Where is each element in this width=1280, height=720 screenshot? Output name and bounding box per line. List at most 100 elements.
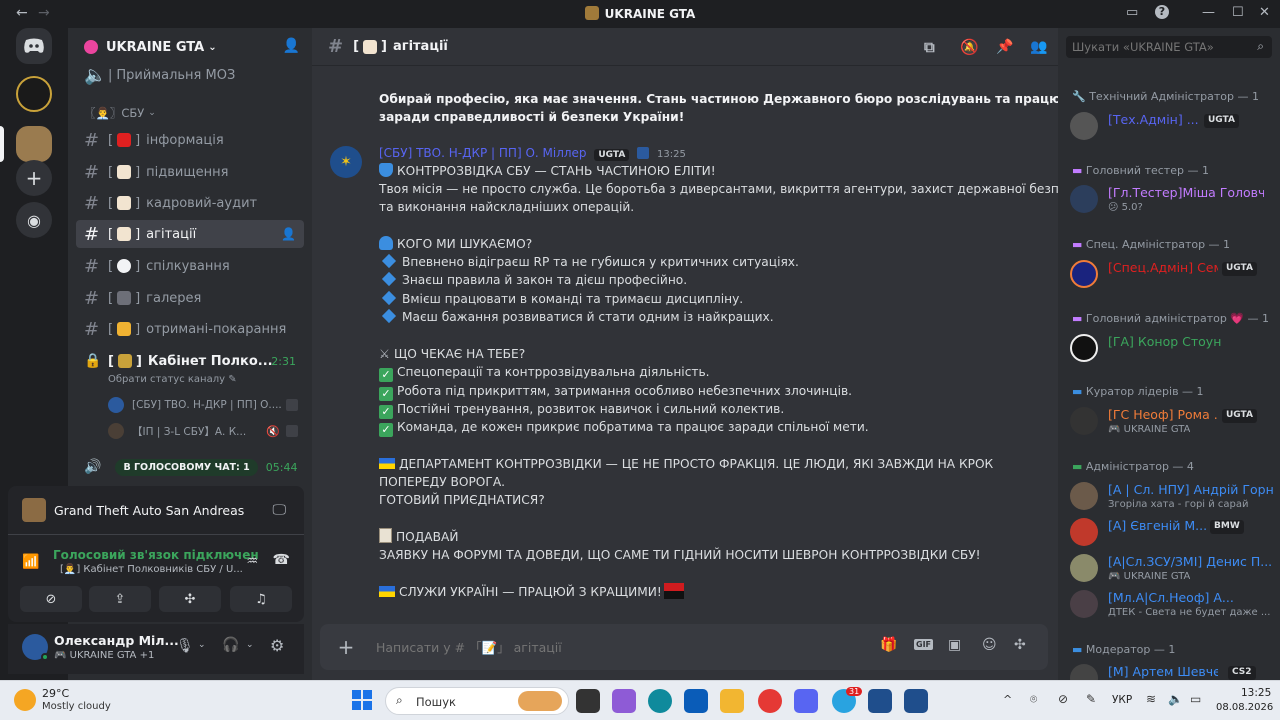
chevron-down-icon[interactable]: ⌄	[246, 640, 254, 650]
emoji-icon[interactable]: ☺	[982, 637, 997, 653]
noise-suppression-icon[interactable]: ♒	[246, 554, 258, 569]
pin-icon[interactable]: 📌	[996, 39, 1013, 55]
user-name[interactable]: Олександр Міл...	[54, 633, 179, 648]
attach-plus-icon[interactable]: +	[334, 635, 358, 659]
speaker-icon: 🔈	[84, 64, 107, 86]
add-server-icon[interactable]: +	[16, 160, 52, 196]
mute-notifications-icon[interactable]: 🔕	[960, 38, 979, 56]
discord-taskbar-icon[interactable]	[794, 689, 818, 713]
intro-line: заради справедливості й безпеки України!	[379, 110, 685, 124]
gift-icon[interactable]: 🎁	[880, 637, 897, 653]
telegram-badge: 31	[846, 687, 863, 696]
invite-icon[interactable]: 👤	[281, 227, 296, 241]
discord-home-icon[interactable]	[16, 28, 52, 64]
weather-icon[interactable]	[14, 689, 36, 711]
avatar	[1070, 590, 1098, 618]
threads-icon[interactable]: ⧉	[924, 38, 935, 56]
author-name[interactable]: [СБУ] ТВО. Н-ДКР | ПП] О. Міллер	[379, 146, 587, 160]
clock-date[interactable]: 08.08.2026	[1216, 702, 1273, 713]
ukraine-gta-server-icon[interactable]	[16, 126, 52, 162]
channel-ahitatsii[interactable]: #[] агітації 👤	[76, 220, 304, 248]
windows-start-icon[interactable]	[352, 690, 372, 710]
chrome-icon[interactable]	[758, 689, 782, 713]
member-row[interactable]: [ГС Неоф] Рома ... UGTA 🎮 UKRAINE GTA	[1070, 405, 1274, 439]
member-row[interactable]: [Тех.Адмін] ... UGTA	[1070, 110, 1274, 144]
taskbar-search[interactable]: ⌕ Пошук	[385, 687, 569, 715]
battery-icon[interactable]: ▭	[1190, 692, 1201, 706]
member-row[interactable]: [ГА] Конор Стоун	[1070, 332, 1274, 366]
channel-pidvyshchennya[interactable]: #[] підвищення	[76, 158, 304, 186]
channel-spilkuvannya[interactable]: #[] спілкування	[76, 252, 304, 280]
member-row[interactable]: [А | Сл. НПУ] Андрій Горн Згоріла хата - …	[1070, 480, 1274, 514]
category-sbu[interactable]: 〖👨‍💼〗 СБУ ⌄	[76, 99, 304, 127]
activities-button[interactable]: ✣	[159, 586, 221, 612]
channel-status-prompt[interactable]: Обрати статус каналу	[108, 374, 225, 385]
group-title: Модератор — 1	[1085, 643, 1176, 656]
language-indicator[interactable]: УКР	[1112, 694, 1132, 706]
channel-locked-voice[interactable]: 🔒[] Кабінет Полко... 2:31	[76, 347, 304, 375]
channel-voice-reception[interactable]: 🔈 | Приймальня МОЗ	[76, 61, 304, 89]
member-row[interactable]: [Спец.Адмін] Сем... UGTA	[1070, 258, 1274, 292]
edge-icon[interactable]	[648, 689, 672, 713]
file-explorer-icon[interactable]	[720, 689, 744, 713]
voice-user[interactable]: 【ІП | З-L СБУ】А. К... 🔇	[108, 421, 298, 441]
pen-icon[interactable]: ✎	[1086, 692, 1096, 706]
soundboard-button[interactable]: ♫	[230, 586, 292, 612]
member-row[interactable]: [А] Євгеній М... BMW	[1070, 516, 1274, 550]
member-tag: BMW	[1210, 520, 1244, 534]
voice-chat-row[interactable]: 🔊 В ГОЛОСОВОМУ ЧАТ: 1 05:44	[84, 456, 304, 478]
add-member-icon[interactable]: 👤	[283, 38, 300, 54]
hash-icon: #	[84, 129, 100, 151]
member-row[interactable]: [М] Артем Шевче... CS2	[1070, 662, 1274, 680]
voice-channel[interactable]: [👨‍💼] Кабінет Полковників СБУ / U...	[60, 564, 243, 575]
author-avatar[interactable]: ✶	[330, 146, 362, 178]
member-row[interactable]: [Мл.А|Сл.Неоф] А... ДТЕК - Света не будет…	[1070, 588, 1274, 622]
discover-icon[interactable]: ◉	[16, 202, 52, 238]
server-emblem-icon[interactable]	[16, 76, 52, 112]
tray-icon[interactable]: ⌾	[1030, 692, 1037, 707]
inbox-icon[interactable]: ▭	[1126, 5, 1138, 20]
memo-icon	[117, 165, 132, 179]
store-icon[interactable]	[684, 689, 708, 713]
help-icon[interactable]: ?	[1155, 5, 1169, 19]
screen-share-button[interactable]: ⇪	[89, 586, 151, 612]
search-input[interactable]	[1066, 36, 1272, 58]
app-icon[interactable]	[904, 689, 928, 713]
voice-status[interactable]: Голосовий зв'язок підключен	[53, 548, 259, 562]
channel-informatsiya[interactable]: #[] інформація	[76, 126, 304, 154]
microphone-icon[interactable]: 🎙	[176, 638, 194, 654]
chevron-down-icon[interactable]: ⌄	[198, 640, 206, 650]
tray-icon[interactable]: ⊘	[1058, 692, 1068, 706]
pencil-icon[interactable]: ✎	[228, 374, 236, 385]
channel-halereya[interactable]: #[] галерея	[76, 284, 304, 312]
list-item: Робота під прикриттям, затримання особли…	[397, 384, 853, 398]
clock-time[interactable]: 13:25	[1241, 687, 1271, 699]
channel-kadrovyi-audyt[interactable]: #[] кадровий-аудит	[76, 189, 304, 217]
disconnect-icon[interactable]: ☎	[273, 552, 290, 568]
share-screen-icon[interactable]: 🖵	[273, 502, 287, 518]
close-icon[interactable]: ✕	[1259, 5, 1270, 20]
apps-icon[interactable]: ✣	[1014, 637, 1026, 653]
minimize-icon[interactable]: —	[1202, 5, 1215, 20]
member-row[interactable]: [Гл.Тестер]Міша Головч... 😕 5.0?	[1070, 183, 1274, 217]
volume-icon[interactable]: 🔈	[1168, 692, 1183, 706]
weather-temp[interactable]: 29°C	[42, 687, 69, 700]
sticker-icon[interactable]: ▣	[948, 637, 961, 653]
voice-user[interactable]: [СБУ] ТВО. Н-ДКР | ПП] О....	[108, 395, 298, 415]
message-input[interactable]	[376, 636, 796, 658]
search-icon[interactable]: ⌕	[1257, 39, 1264, 54]
chevron-up-icon[interactable]: ^	[1003, 693, 1012, 706]
maximize-icon[interactable]: ☐	[1232, 5, 1244, 20]
gif-icon[interactable]: GIF	[914, 639, 934, 650]
channel-label: інформація	[146, 132, 224, 148]
member-list-icon[interactable]: 👥	[1030, 39, 1047, 55]
task-view-icon[interactable]	[576, 689, 600, 713]
member-row[interactable]: [А|Сл.ЗСУ/ЗМІ] Денис П... 🎮 UKRAINE GTA	[1070, 552, 1274, 586]
headphones-icon[interactable]: 🎧	[222, 637, 239, 653]
camera-off-button[interactable]: ⊘	[20, 586, 82, 612]
channel-otrymani-pokarannya[interactable]: #[] отримані-покарання	[76, 315, 304, 343]
app-icon[interactable]	[868, 689, 892, 713]
copilot-icon[interactable]	[612, 689, 636, 713]
wifi-icon[interactable]: ≋	[1146, 692, 1156, 706]
settings-gear-icon[interactable]: ⚙	[270, 636, 284, 655]
